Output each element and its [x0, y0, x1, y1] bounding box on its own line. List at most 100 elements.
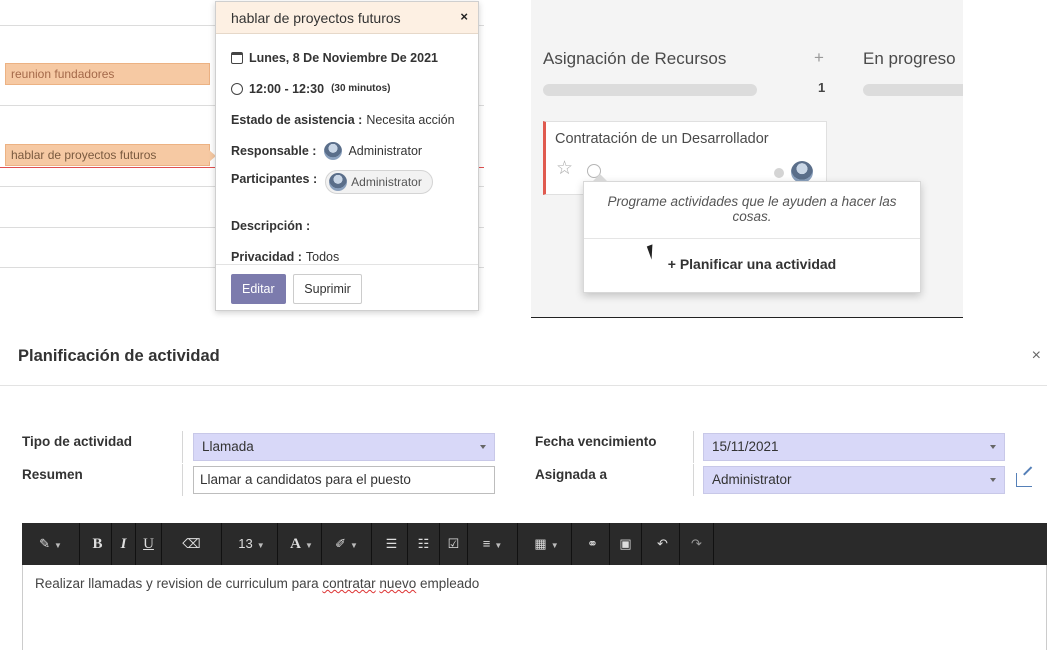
status-dot[interactable] — [774, 168, 784, 178]
popover-title: hablar de proyectos futuros — [231, 10, 401, 26]
bold-button[interactable]: B — [84, 523, 112, 565]
redo-icon: ↷ — [691, 536, 702, 551]
star-icon[interactable]: ☆ — [556, 159, 573, 179]
link-button[interactable]: ⚭ — [576, 523, 610, 565]
chevron-down-icon — [990, 478, 996, 482]
activity-dialog: Planificación de actividad × Tipo de act… — [0, 330, 1047, 650]
activity-help-text: Programe actividades que le ayuden a hac… — [584, 182, 920, 239]
assigned-label: Asignada a — [535, 467, 608, 482]
close-icon[interactable]: × — [1032, 347, 1041, 365]
checklist-button[interactable]: ☑ — [440, 523, 468, 565]
summary-label: Resumen — [22, 467, 83, 482]
progress-bar — [863, 84, 963, 96]
activity-type-label: Tipo de actividad — [22, 434, 133, 449]
image-button[interactable]: ▣ — [610, 523, 642, 565]
calendar-icon — [231, 51, 243, 64]
undo-button[interactable]: ↶ — [646, 523, 680, 565]
description-row: Descripción : — [231, 210, 478, 241]
assigned-select[interactable]: Administrator — [703, 466, 1005, 494]
event-date: Lunes, 8 De Noviembre De 2021 — [249, 50, 438, 65]
eraser-icon: ⌫ — [182, 536, 201, 551]
misspelled-word: contratar — [322, 576, 376, 591]
checkbox-icon: ☑ — [447, 536, 460, 551]
font-color-icon: A — [290, 536, 301, 552]
undo-icon: ↶ — [657, 536, 668, 551]
font-color-button[interactable]: A ▼ — [282, 523, 322, 565]
chevron-down-icon — [990, 445, 996, 449]
dialog-header: Planificación de actividad × — [0, 330, 1047, 386]
bullet-list-icon: ☰ — [385, 536, 398, 551]
external-link-icon[interactable] — [1016, 473, 1032, 487]
note-text-part: empleado — [416, 576, 480, 591]
redo-button[interactable]: ↷ — [680, 523, 714, 565]
activity-type-value: Llamada — [202, 439, 254, 454]
avatar — [791, 161, 813, 183]
responsible-value: Administrator — [348, 143, 423, 158]
underline-button[interactable]: U — [136, 523, 162, 565]
field-separator — [182, 431, 183, 463]
style-button[interactable]: ✎ ▼ — [22, 523, 80, 565]
font-size-value: 13 — [238, 536, 253, 551]
summary-input[interactable]: Llamar a candidatos para el puesto — [193, 466, 495, 494]
schedule-activity-label: + Planificar una actividad — [667, 256, 837, 272]
event-duration: (30 minutos) — [331, 83, 391, 94]
progress-bar — [543, 84, 757, 96]
eraser-button[interactable]: ⌫ — [162, 523, 222, 565]
calendar-event[interactable]: hablar de proyectos futuros — [5, 144, 216, 166]
close-icon[interactable]: × — [460, 9, 468, 24]
align-left-icon: ≡ — [482, 536, 491, 551]
editor-toolbar: ✎ ▼ B I U ⌫ 13 ▼ A ▼ ✐ ▼ ☰ ☷ ☑ ≡ ▼ ▦ ▼ ⚭ ▣ ↶ ↷ — [22, 523, 1047, 565]
dialog-title: Planificación de actividad — [18, 347, 220, 365]
italic-button[interactable]: I — [112, 523, 136, 565]
activity-type-select[interactable]: Llamada — [193, 433, 495, 461]
bullet-list-button[interactable]: ☰ — [376, 523, 408, 565]
popover-body: Lunes, 8 De Noviembre De 2021 12:00 - 12… — [216, 34, 478, 272]
table-icon: ▦ — [534, 536, 547, 551]
note-text-part: Realizar llamadas y revision de curricul… — [35, 576, 323, 591]
description-label: Descripción : — [231, 218, 311, 233]
privacy-value: Todos — [305, 249, 340, 264]
participant-name: Administrator — [351, 175, 422, 189]
column-count: 1 — [818, 80, 826, 95]
due-date-value: 15/11/2021 — [712, 439, 779, 454]
edit-button[interactable]: Editar — [231, 274, 286, 304]
note-text: Realizar llamadas y revision de curricul… — [35, 576, 479, 591]
attendance-row: Estado de asistencia : Necesita acción — [231, 104, 478, 135]
responsible-row: Responsable : Administrator — [231, 135, 478, 166]
assigned-value: Administrator — [712, 472, 792, 487]
attendance-label: Estado de asistencia : — [231, 112, 363, 127]
column-title: Asignación de Recursos — [543, 49, 727, 68]
delete-button[interactable]: Suprimir — [293, 274, 362, 304]
field-separator — [693, 431, 694, 463]
numbered-list-icon: ☷ — [417, 536, 430, 551]
field-separator — [693, 464, 694, 496]
highlight-button[interactable]: ✐ ▼ — [322, 523, 372, 565]
calendar-panel: reunion fundadores hablar de proyectos f… — [0, 0, 484, 318]
schedule-activity-button[interactable]: + Planificar una actividad — [584, 239, 920, 272]
clock-icon — [231, 82, 243, 95]
note-editor[interactable]: Realizar llamadas y revision de curricul… — [22, 565, 1047, 650]
activity-popup: Programe actividades que le ayuden a hac… — [583, 174, 921, 293]
popover-footer: Editar Suprimir — [216, 264, 478, 310]
numbered-list-button[interactable]: ☷ — [408, 523, 440, 565]
font-size-button[interactable]: 13 ▼ — [226, 523, 278, 565]
card-title: Contratación de un Desarrollador — [555, 131, 769, 147]
calendar-event[interactable]: reunion fundadores — [5, 63, 210, 85]
kanban-panel: Asignación de Recursos + 1 En progreso C… — [531, 0, 963, 318]
mouse-cursor-icon — [646, 244, 658, 260]
table-button[interactable]: ▦ ▼ — [522, 523, 572, 565]
responsible-label: Responsable : — [231, 143, 317, 158]
event-time-row: 12:00 - 12:30 (30 minutos) — [231, 73, 478, 104]
avatar — [329, 173, 348, 191]
attendance-value: Necesita acción — [366, 112, 455, 127]
align-button[interactable]: ≡ ▼ — [468, 523, 518, 565]
due-date-input[interactable]: 15/11/2021 — [703, 433, 1005, 461]
chevron-down-icon — [480, 445, 486, 449]
due-date-label: Fecha vencimiento — [535, 434, 657, 449]
event-popover: hablar de proyectos futuros × Lunes, 8 D… — [215, 1, 479, 311]
add-card-button[interactable]: + — [814, 48, 824, 68]
participant-chip[interactable]: Administrator — [325, 170, 433, 194]
participants-row: Participantes : Administrator — [231, 166, 478, 210]
field-separator — [182, 464, 183, 496]
popover-header: hablar de proyectos futuros × — [216, 2, 478, 34]
